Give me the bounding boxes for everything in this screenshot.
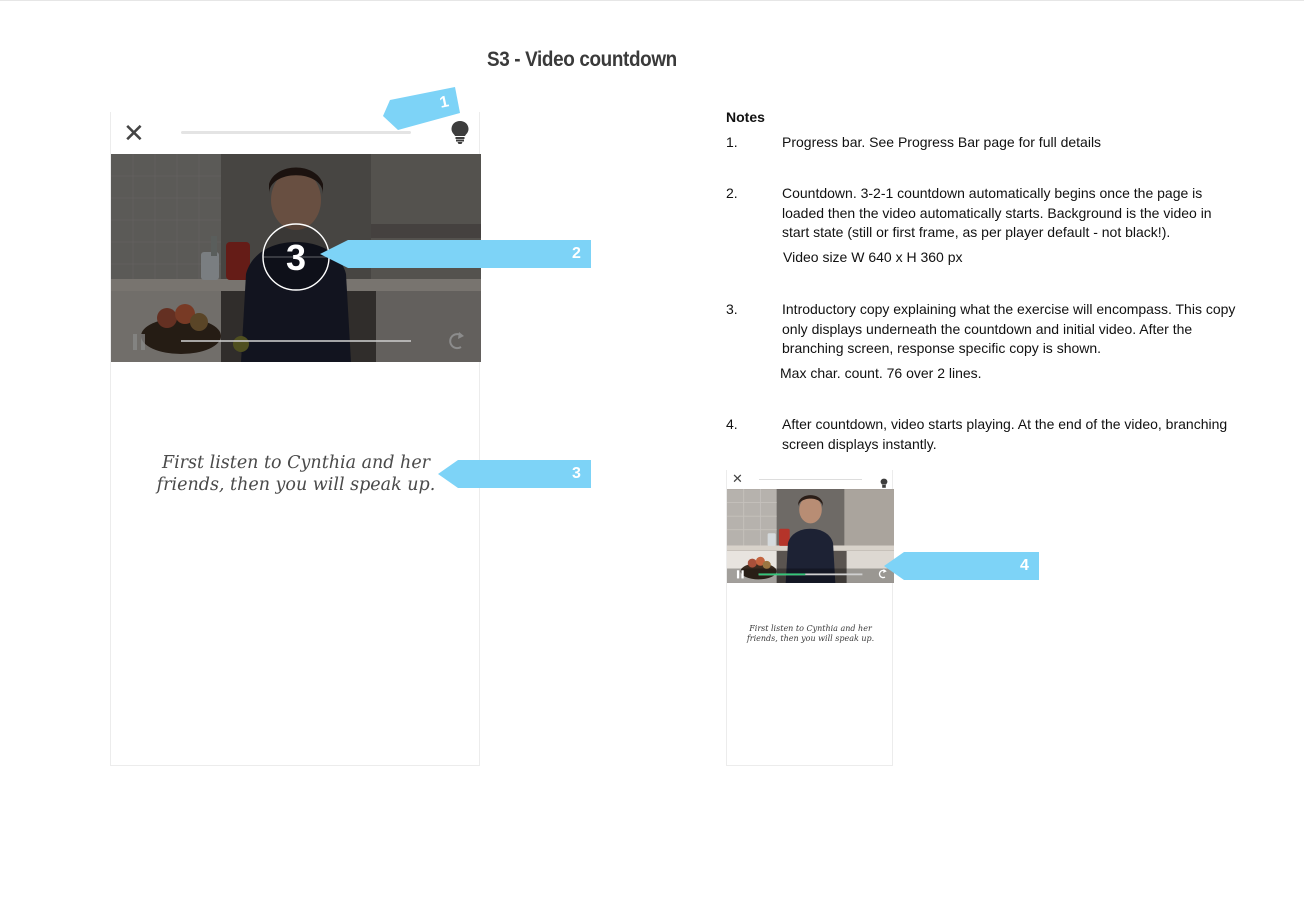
intro-line-2: friends, then you will speak up.: [746, 634, 875, 643]
close-icon[interactable]: ✕: [732, 472, 743, 485]
intro-line-1: First listen to Cynthia and her: [161, 453, 431, 473]
callout-1: 1: [383, 86, 463, 139]
intro-line-1: First listen to Cynthia and her: [749, 624, 872, 633]
page-border: [0, 0, 1304, 1]
note-number: 2.: [726, 185, 738, 201]
intro-line-2: friends, then you will speak up.: [156, 475, 436, 495]
exercise-progress-bar: [759, 479, 862, 480]
callout-2: 2: [320, 240, 591, 273]
note-number: 3.: [726, 301, 738, 317]
note-extra: Max char. count. 76 over 2 lines.: [780, 365, 982, 381]
phone-mockup-playing: ✕ First listen to Cynthia and her friend…: [726, 470, 894, 766]
note-text: Introductory copy explaining what the ex…: [782, 301, 1236, 356]
exercise-progress-bar: [181, 131, 411, 134]
video-scrubber[interactable]: [181, 340, 411, 342]
video-scrubber-played: [758, 573, 806, 576]
note-number: 4.: [726, 416, 738, 432]
callout-2-label: 2: [572, 245, 581, 262]
close-icon[interactable]: ✕: [123, 120, 145, 146]
note-number: 1.: [726, 134, 738, 150]
callout-4-label: 4: [1020, 557, 1029, 574]
phone-mockup: ✕ 3 First listen to Cynthia and her frie…: [110, 112, 481, 766]
note-extra: Video size W 640 x H 360 px: [783, 249, 963, 265]
note-text: After countdown, video starts playing. A…: [782, 416, 1228, 452]
intro-copy: First listen to Cynthia and her friends,…: [727, 624, 894, 644]
callout-3: 3: [438, 460, 591, 493]
callout-3-label: 3: [572, 465, 581, 482]
video-player[interactable]: [727, 489, 894, 583]
note-text: Countdown. 3-2-1 countdown automatically…: [782, 185, 1212, 240]
callout-4: 4: [884, 552, 1039, 585]
intro-copy: First listen to Cynthia and her friends,…: [111, 452, 481, 496]
page-title: S3 - Video countdown: [487, 48, 677, 71]
notes-heading: Notes: [726, 109, 765, 125]
countdown-number: 3: [286, 237, 306, 278]
note-text: Progress bar. See Progress Bar page for …: [782, 134, 1102, 150]
